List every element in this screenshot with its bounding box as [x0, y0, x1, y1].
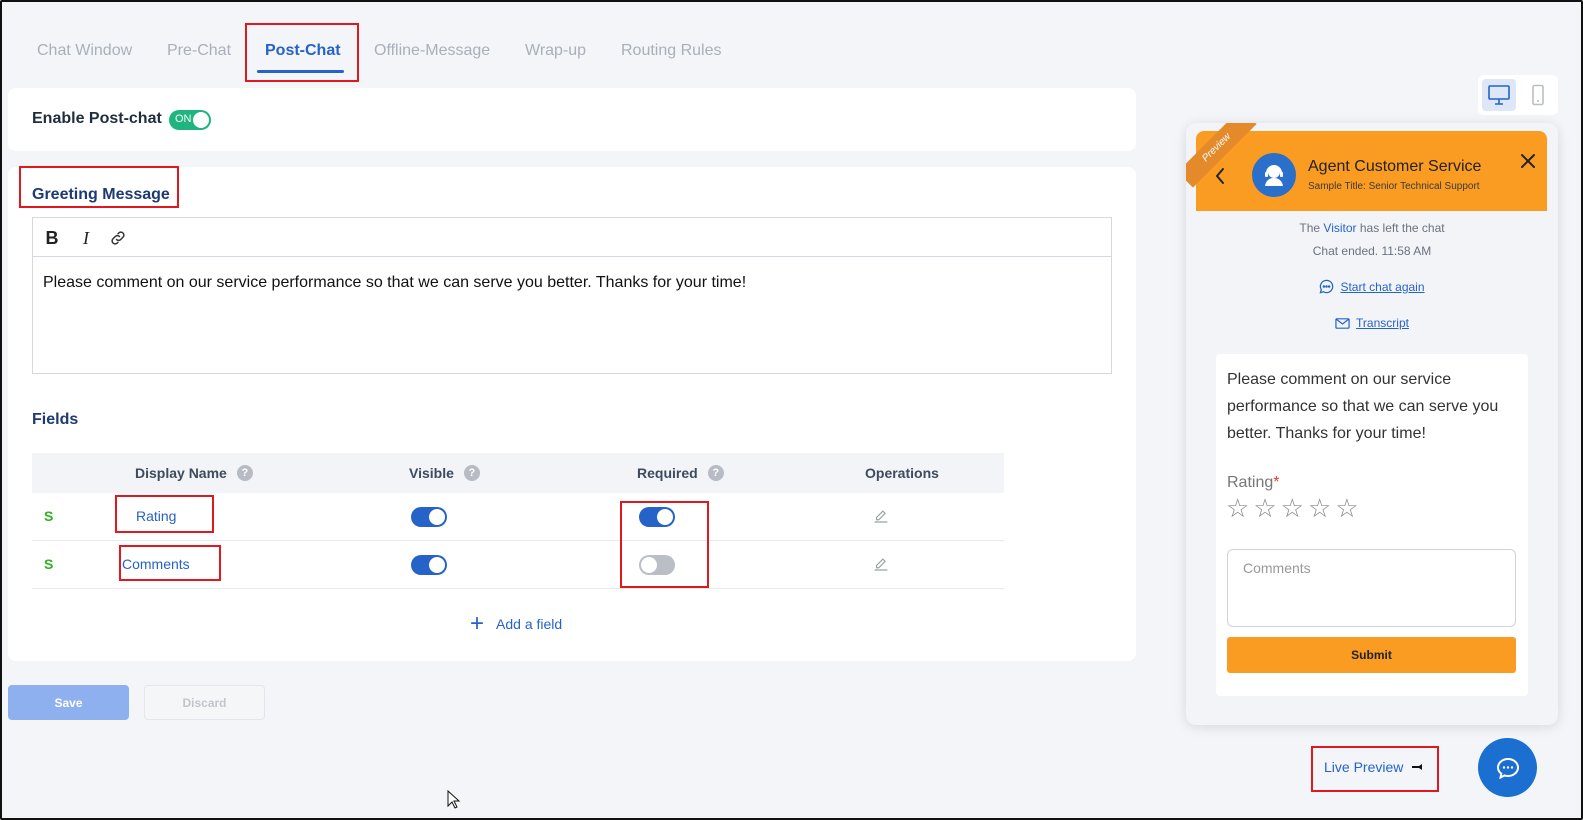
rating-label-text: Rating — [1227, 474, 1274, 491]
toggle-knob — [193, 112, 209, 128]
visitor-left-message: The Visitor has left the chat — [1186, 221, 1558, 235]
edit-icon[interactable] — [872, 507, 890, 530]
preview-greeting-text: Please comment on our service performanc… — [1227, 371, 1499, 442]
active-tab-indicator — [257, 70, 344, 73]
link-icon[interactable] — [107, 227, 129, 249]
chat-preview-widget: Agent Customer Service Sample Title: Sen… — [1186, 123, 1558, 725]
mobile-icon[interactable] — [1522, 79, 1554, 111]
tab-routing-rules[interactable]: Routing Rules — [621, 42, 722, 60]
enable-post-chat-label: Enable Post-chat — [32, 110, 162, 127]
help-icon[interactable]: ? — [236, 465, 253, 481]
agent-avatar-icon — [1252, 153, 1296, 197]
required-toggle-rating[interactable] — [639, 507, 675, 527]
close-icon[interactable] — [1520, 153, 1536, 174]
enable-post-chat-toggle[interactable]: ON — [169, 110, 211, 130]
toggle-knob — [641, 557, 657, 573]
mouse-cursor-icon — [447, 789, 461, 815]
star-1[interactable]: ☆ — [1226, 494, 1249, 522]
toggle-on-text: ON — [175, 113, 192, 125]
star-5[interactable]: ☆ — [1335, 494, 1358, 522]
toggle-knob — [657, 509, 673, 525]
start-chat-again-label: Start chat again — [1340, 279, 1425, 294]
transcript-link[interactable]: Transcript — [1186, 316, 1558, 330]
fields-table-header: Display Name? Visible? Required? Operati… — [32, 453, 1004, 493]
fields-title: Fields — [32, 411, 79, 428]
tab-pre-chat[interactable]: Pre-Chat — [167, 42, 231, 60]
required-toggle-comments[interactable] — [639, 555, 675, 575]
mail-icon — [1335, 317, 1350, 329]
save-button[interactable]: Save — [8, 685, 129, 720]
required-asterisk: * — [1273, 474, 1280, 491]
plus-icon: + — [470, 610, 485, 637]
help-icon[interactable]: ? — [707, 465, 724, 481]
bold-button[interactable]: B — [41, 227, 63, 249]
editor-toolbar: B I — [33, 218, 1111, 257]
discard-button[interactable]: Discard — [144, 685, 265, 720]
visible-toggle-rating[interactable] — [411, 507, 447, 527]
tab-offline-message[interactable]: Offline-Message — [374, 42, 490, 60]
field-type-icon: S — [44, 556, 54, 572]
transcript-label: Transcript — [1356, 316, 1409, 330]
table-row: S Rating — [32, 493, 1004, 541]
col-visible-label: Visible — [409, 465, 454, 481]
greeting-message-text[interactable]: Please comment on our service performanc… — [43, 274, 746, 292]
field-type-icon: S — [44, 508, 54, 524]
col-operations: Operations — [865, 465, 939, 481]
tab-wrap-up[interactable]: Wrap-up — [525, 42, 586, 60]
visitor-label: Visitor — [1323, 221, 1357, 235]
add-field-label: Add a field — [496, 616, 563, 632]
col-visible: Visible? — [409, 465, 480, 481]
preview-header: Agent Customer Service Sample Title: Sen… — [1196, 131, 1547, 211]
edit-icon[interactable] — [872, 555, 890, 578]
start-chat-again-link[interactable]: Start chat again — [1186, 279, 1558, 294]
chat-fab-icon[interactable] — [1478, 738, 1537, 797]
star-2[interactable]: ☆ — [1253, 494, 1276, 522]
greeting-message-title: Greeting Message — [32, 186, 170, 203]
chat-bubble-icon — [1319, 279, 1334, 294]
chat-ended-message: Chat ended. 11:58 AM — [1312, 244, 1432, 258]
desktop-icon[interactable] — [1482, 79, 1516, 111]
agent-subtitle: Sample Title: Senior Technical Support — [1308, 181, 1480, 192]
rating-label: Rating* — [1227, 474, 1279, 492]
toggle-knob — [429, 557, 445, 573]
tab-chat-window[interactable]: Chat Window — [37, 42, 132, 60]
col-required-label: Required — [637, 465, 698, 481]
tab-post-chat[interactable]: Post-Chat — [265, 42, 341, 60]
chevron-left-icon[interactable] — [1214, 167, 1226, 190]
add-field-button[interactable]: + Add a field — [470, 610, 563, 637]
comments-input[interactable]: Comments — [1227, 549, 1516, 627]
live-preview-label: Live Preview — [1324, 759, 1404, 775]
col-display-name: Display Name? — [135, 465, 253, 481]
submit-button[interactable]: Submit — [1227, 637, 1516, 673]
live-preview-link[interactable]: Live Preview — [1324, 759, 1423, 775]
table-row: S Comments — [32, 541, 1004, 589]
agent-name: Agent Customer Service — [1308, 158, 1482, 175]
col-display-name-label: Display Name — [135, 465, 227, 481]
field-name-comments[interactable]: Comments — [122, 556, 190, 572]
help-icon[interactable]: ? — [463, 465, 480, 481]
hand-pointer-icon — [1412, 764, 1423, 770]
greeting-editor[interactable]: B I Please comment on our service perfor… — [32, 217, 1112, 374]
post-chat-survey-form: Please comment on our service performanc… — [1216, 354, 1528, 696]
left-suffix: has left the chat — [1356, 221, 1445, 235]
device-switch — [1478, 75, 1558, 115]
field-name-rating[interactable]: Rating — [136, 508, 176, 524]
italic-button[interactable]: I — [75, 227, 97, 249]
rating-stars: ☆ ☆ ☆ ☆ ☆ — [1226, 494, 1359, 522]
star-3[interactable]: ☆ — [1281, 494, 1304, 522]
toggle-knob — [429, 509, 445, 525]
visible-toggle-comments[interactable] — [411, 555, 447, 575]
star-4[interactable]: ☆ — [1308, 494, 1331, 522]
left-prefix: The — [1299, 221, 1324, 235]
col-required: Required? — [637, 465, 724, 481]
